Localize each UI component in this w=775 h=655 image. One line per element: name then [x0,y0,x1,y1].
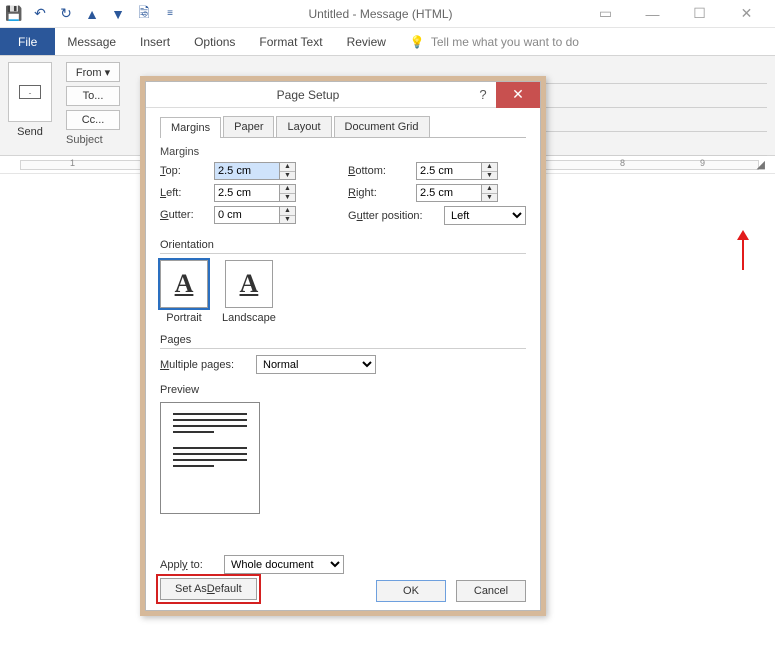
send-button[interactable] [8,62,52,122]
tab-message[interactable]: Message [55,28,128,55]
cc-button[interactable]: Cc... [66,110,120,130]
bottom-label: Bottom: [348,165,410,177]
ruler-mark: 8 [620,158,625,168]
orientation-header: Orientation [160,239,526,254]
set-as-default-button[interactable]: Set As Default [160,578,257,600]
right-input[interactable] [416,184,482,202]
bottom-input[interactable] [416,162,482,180]
dialog-title: Page Setup [146,88,470,102]
left-spinner[interactable]: ▲▼ [214,184,296,202]
top-spinner[interactable]: ▲▼ [214,162,296,180]
down-icon[interactable]: ▼ [110,6,126,22]
tab-file[interactable]: File [0,28,55,55]
spin-up-icon[interactable]: ▲ [280,207,295,216]
redo-icon[interactable]: ↻ [58,6,74,22]
tab-paper[interactable]: Paper [223,116,274,137]
to-button[interactable]: To... [66,86,120,106]
ruler-mark: 1 [70,158,75,168]
send-label: Send [17,126,43,138]
left-input[interactable] [214,184,280,202]
spin-up-icon[interactable]: ▲ [280,163,295,172]
maximize-icon[interactable]: ☐ [677,3,722,25]
gutter-spinner[interactable]: ▲▼ [214,206,296,224]
spin-up-icon[interactable]: ▲ [482,185,497,194]
multiple-pages-select[interactable]: Normal [256,355,376,374]
lightbulb-icon: 💡 [410,35,425,49]
ruler-mark: 9 [700,158,705,168]
spin-up-icon[interactable]: ▲ [482,163,497,172]
right-spinner[interactable]: ▲▼ [416,184,498,202]
window-title: Untitled - Message (HTML) [178,7,583,21]
subject-label: Subject [66,134,103,146]
landscape-label: Landscape [222,312,276,324]
spin-down-icon[interactable]: ▼ [280,216,295,224]
right-label: Right: [348,187,410,199]
apply-to-select[interactable]: Whole document [224,555,344,574]
minimize-icon[interactable]: — [630,3,675,25]
spin-down-icon[interactable]: ▼ [482,194,497,202]
page-setup-dialog: Page Setup ? ✕ Margins Paper Layout Docu… [140,76,546,616]
tab-format-text[interactable]: Format Text [247,28,334,55]
gutter-pos-label: Gutter position: [348,210,438,222]
ruler-expand-icon[interactable]: ◢ [757,158,765,171]
ribbon-options-icon[interactable]: ▭ [583,3,628,25]
margins-header: Margins [160,146,526,158]
tab-layout[interactable]: Layout [276,116,331,137]
envelope-icon [19,85,41,99]
title-bar: 💾 ↶ ↻ ▲ ▼ 🗟 ≡ Untitled - Message (HTML) … [0,0,775,28]
ok-button[interactable]: OK [376,580,446,602]
tab-margins[interactable]: Margins [160,117,221,138]
pages-header: Pages [160,334,526,349]
cancel-button[interactable]: Cancel [456,580,526,602]
dialog-titlebar: Page Setup ? ✕ [146,82,540,108]
apply-to-label: Apply to: [160,559,216,571]
qat-dropdown-icon[interactable]: ≡ [162,6,178,22]
spin-up-icon[interactable]: ▲ [280,185,295,194]
tab-options[interactable]: Options [182,28,247,55]
orientation-landscape[interactable]: A Landscape [222,260,276,324]
landscape-icon: A [240,269,259,299]
gutter-pos-select[interactable]: Left [444,206,526,225]
from-button[interactable]: From ▾ [66,62,120,82]
up-icon[interactable]: ▲ [84,6,100,22]
portrait-icon: A [175,269,194,299]
tab-review[interactable]: Review [335,28,398,55]
help-icon[interactable]: ? [470,87,496,102]
left-label: Left: [160,187,208,199]
top-input[interactable] [214,162,280,180]
dialog-tabs: Margins Paper Layout Document Grid [160,116,526,138]
close-icon[interactable]: ✕ [724,3,769,25]
ribbon-tabs: File Message Insert Options Format Text … [0,28,775,56]
preview-thumbnail [160,402,260,514]
tab-document-grid[interactable]: Document Grid [334,116,430,137]
tell-me-placeholder: Tell me what you want to do [431,35,579,49]
top-label: Top: [160,165,208,177]
tell-me-search[interactable]: 💡 Tell me what you want to do [398,28,579,55]
bottom-spinner[interactable]: ▲▼ [416,162,498,180]
attach-icon[interactable]: 🗟 [136,6,152,22]
spin-down-icon[interactable]: ▼ [280,172,295,180]
preview-header: Preview [160,384,526,398]
annotation-arrow [733,230,753,270]
multiple-pages-label: Multiple pages: [160,359,250,371]
gutter-input[interactable] [214,206,280,224]
orientation-portrait[interactable]: A Portrait [160,260,208,324]
portrait-label: Portrait [166,312,201,324]
gutter-label: Gutter: [160,209,208,221]
undo-icon[interactable]: ↶ [32,6,48,22]
dialog-close-button[interactable]: ✕ [496,82,540,108]
tab-insert[interactable]: Insert [128,28,182,55]
spin-down-icon[interactable]: ▼ [280,194,295,202]
spin-down-icon[interactable]: ▼ [482,172,497,180]
save-icon[interactable]: 💾 [6,6,22,22]
set-default-highlight: Set As Default [156,574,261,604]
